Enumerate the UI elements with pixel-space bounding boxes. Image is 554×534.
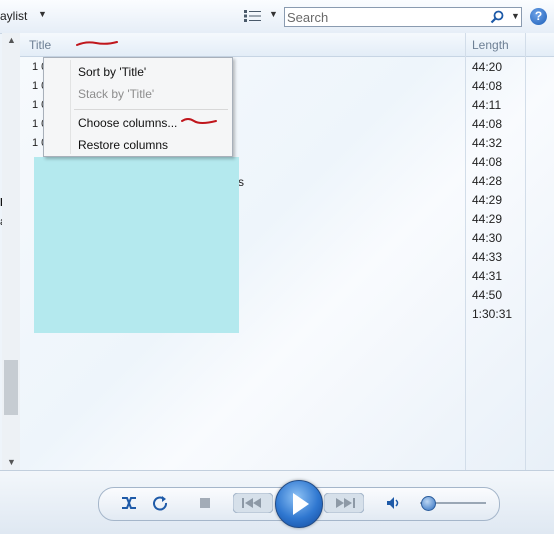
list-item-length: 44:33 [472, 250, 503, 264]
playlist-dropdown-icon[interactable]: ▼ [38, 9, 47, 19]
column-context-menu: Sort by 'Title' Stack by 'Title' Choose … [43, 57, 233, 157]
search-box[interactable]: ▼ [284, 7, 522, 27]
column-title-header[interactable]: Title [29, 38, 51, 52]
list-item-length: 44:11 [472, 98, 502, 112]
previous-icon[interactable] [233, 493, 273, 513]
list-item-length: 44:29 [472, 193, 503, 207]
list-item-length: 44:30 [472, 231, 503, 245]
scrollbar-thumb[interactable] [4, 360, 18, 415]
left-pane-scrollbar[interactable]: ▲ ▼ [2, 33, 21, 470]
play-button[interactable] [275, 480, 323, 528]
menu-item-sort-by-title[interactable]: Sort by 'Title' [78, 65, 146, 79]
play-icon [293, 493, 309, 515]
column-length-header[interactable]: Length [472, 38, 509, 52]
view-options-dropdown-icon[interactable]: ▼ [269, 9, 278, 19]
playlist-menu-label[interactable]: aylist [0, 9, 27, 23]
menu-item-stack-by-title: Stack by 'Title' [78, 87, 155, 101]
menu-item-restore-columns[interactable]: Restore columns [78, 138, 168, 152]
next-icon[interactable] [324, 493, 364, 513]
annotation-scribble [181, 118, 217, 124]
redaction-box [34, 157, 239, 333]
repeat-icon[interactable] [152, 495, 168, 511]
volume-icon[interactable] [386, 496, 400, 510]
list-item-length: 44:08 [472, 79, 503, 93]
column-divider [525, 33, 526, 470]
annotation-scribble [76, 41, 118, 46]
list-item-length: 44:31 [472, 269, 503, 283]
shuffle-icon[interactable] [120, 495, 138, 511]
stop-icon[interactable] [200, 498, 210, 508]
list-item-length: 44:08 [472, 155, 503, 169]
scroll-up-icon[interactable]: ▲ [7, 35, 16, 45]
list-item-length: 44:08 [472, 117, 503, 131]
toolbar: aylist ▼ ▼ ▼ ? [0, 0, 554, 34]
list-item-length: 44:29 [472, 212, 503, 226]
menu-gutter [70, 60, 71, 154]
scroll-down-icon[interactable]: ▼ [7, 457, 16, 467]
list-item-length: 44:50 [472, 288, 503, 302]
list-item-length: 1:30:31 [472, 307, 513, 321]
view-options-icon[interactable] [244, 10, 262, 22]
search-dropdown-icon[interactable]: ▼ [511, 11, 520, 21]
playback-controls [0, 470, 554, 534]
list-item-length: 44:20 [472, 60, 503, 74]
help-icon[interactable]: ? [530, 8, 547, 25]
column-header: Title Length [20, 33, 554, 57]
search-input[interactable] [287, 9, 483, 25]
menu-item-choose-columns[interactable]: Choose columns... [78, 116, 177, 130]
search-icon[interactable] [490, 10, 504, 24]
list-item-length: 44:32 [472, 136, 503, 150]
menu-separator [74, 109, 228, 110]
list-item-length: 44:28 [472, 174, 503, 188]
column-divider [465, 33, 466, 470]
